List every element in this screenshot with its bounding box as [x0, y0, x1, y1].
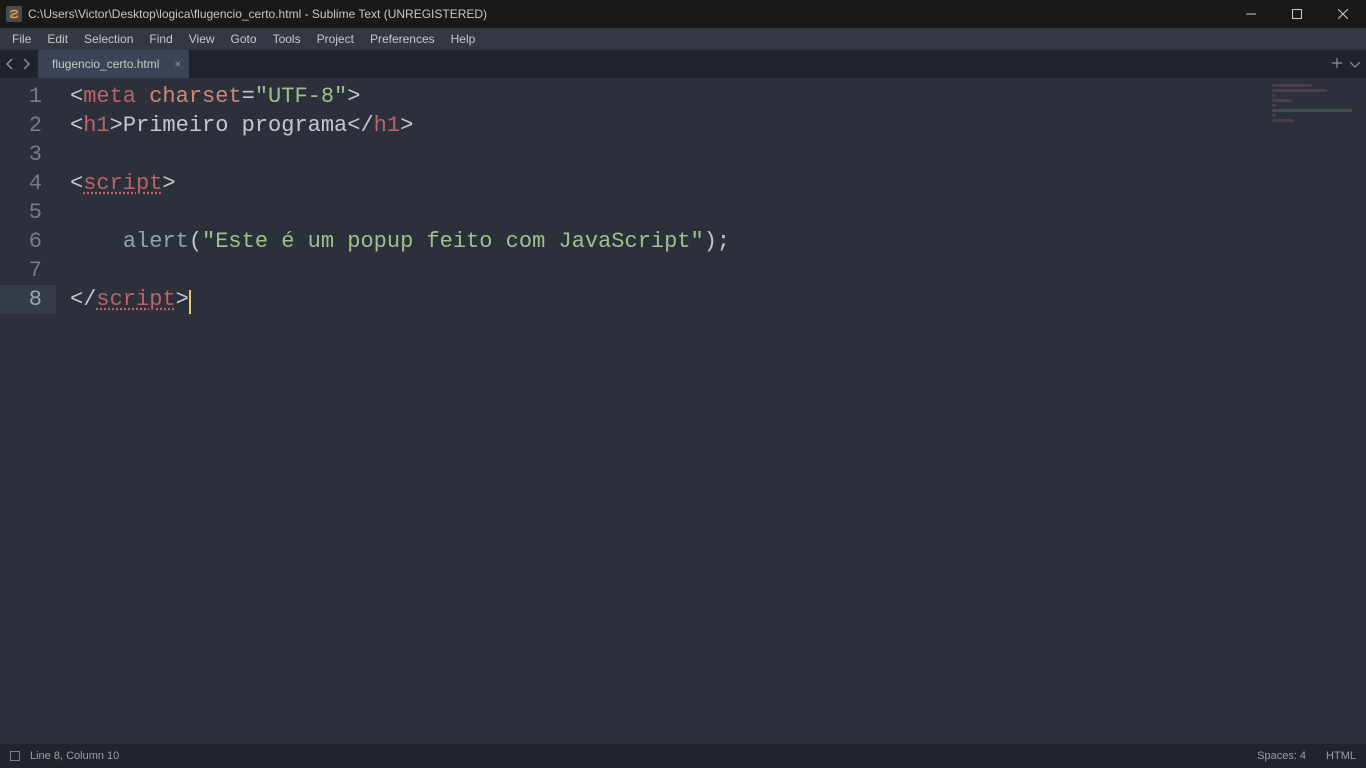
code-line[interactable]: <script> [70, 169, 1266, 198]
status-indent[interactable]: Spaces: 4 [1257, 750, 1306, 762]
menu-view[interactable]: View [181, 28, 223, 50]
line-number: 8 [0, 285, 56, 314]
menu-bar: File Edit Selection Find View Goto Tools… [0, 28, 1366, 50]
menu-tools[interactable]: Tools [265, 28, 309, 50]
code-line[interactable] [70, 140, 1266, 169]
status-bar: Line 8, Column 10 Spaces: 4 HTML [0, 744, 1366, 768]
menu-help[interactable]: Help [443, 28, 484, 50]
code-line[interactable] [70, 198, 1266, 227]
tab-label: flugencio_certo.html [52, 57, 159, 71]
code-line[interactable]: <meta charset="UTF-8"> [70, 82, 1266, 111]
tab-dropdown-icon[interactable] [1350, 55, 1360, 73]
menu-goto[interactable]: Goto [223, 28, 265, 50]
app-window: C:\Users\Victor\Desktop\logica\flugencio… [0, 0, 1366, 768]
title-bar[interactable]: C:\Users\Victor\Desktop\logica\flugencio… [0, 0, 1366, 28]
status-panel-toggle-icon[interactable] [10, 751, 20, 761]
maximize-button[interactable] [1274, 0, 1320, 28]
code-line[interactable] [70, 256, 1266, 285]
menu-find[interactable]: Find [141, 28, 180, 50]
editor-area[interactable]: 12345678 <meta charset="UTF-8"><h1>Prime… [0, 78, 1366, 744]
code-content[interactable]: <meta charset="UTF-8"><h1>Primeiro progr… [70, 82, 1266, 314]
line-number: 2 [0, 111, 56, 140]
line-number: 7 [0, 256, 56, 285]
status-cursor-position[interactable]: Line 8, Column 10 [30, 750, 119, 762]
close-button[interactable] [1320, 0, 1366, 28]
minimize-button[interactable] [1228, 0, 1274, 28]
line-number: 3 [0, 140, 56, 169]
menu-preferences[interactable]: Preferences [362, 28, 443, 50]
new-tab-icon[interactable] [1332, 55, 1342, 73]
line-number: 4 [0, 169, 56, 198]
nav-back-icon[interactable] [2, 53, 18, 75]
menu-project[interactable]: Project [309, 28, 362, 50]
code-line[interactable]: alert("Este é um popup feito com JavaScr… [70, 227, 1266, 256]
code-line[interactable]: <h1>Primeiro programa</h1> [70, 111, 1266, 140]
menu-selection[interactable]: Selection [76, 28, 141, 50]
code-line[interactable]: </script> [70, 285, 1266, 314]
line-number-gutter: 12345678 [0, 82, 56, 314]
menu-file[interactable]: File [4, 28, 39, 50]
menu-edit[interactable]: Edit [39, 28, 76, 50]
tab-close-icon[interactable]: × [174, 58, 181, 70]
line-number: 1 [0, 82, 56, 111]
app-icon [6, 6, 22, 22]
text-cursor [189, 290, 191, 314]
nav-forward-icon[interactable] [18, 53, 34, 75]
line-number: 5 [0, 198, 56, 227]
window-title: C:\Users\Victor\Desktop\logica\flugencio… [28, 7, 487, 21]
minimap[interactable] [1272, 84, 1362, 144]
window-controls [1228, 0, 1366, 28]
line-number: 6 [0, 227, 56, 256]
tab-active[interactable]: flugencio_certo.html × [38, 50, 189, 78]
status-syntax[interactable]: HTML [1326, 750, 1356, 762]
tab-history-nav [0, 50, 36, 78]
tab-bar: flugencio_certo.html × [0, 50, 1366, 78]
